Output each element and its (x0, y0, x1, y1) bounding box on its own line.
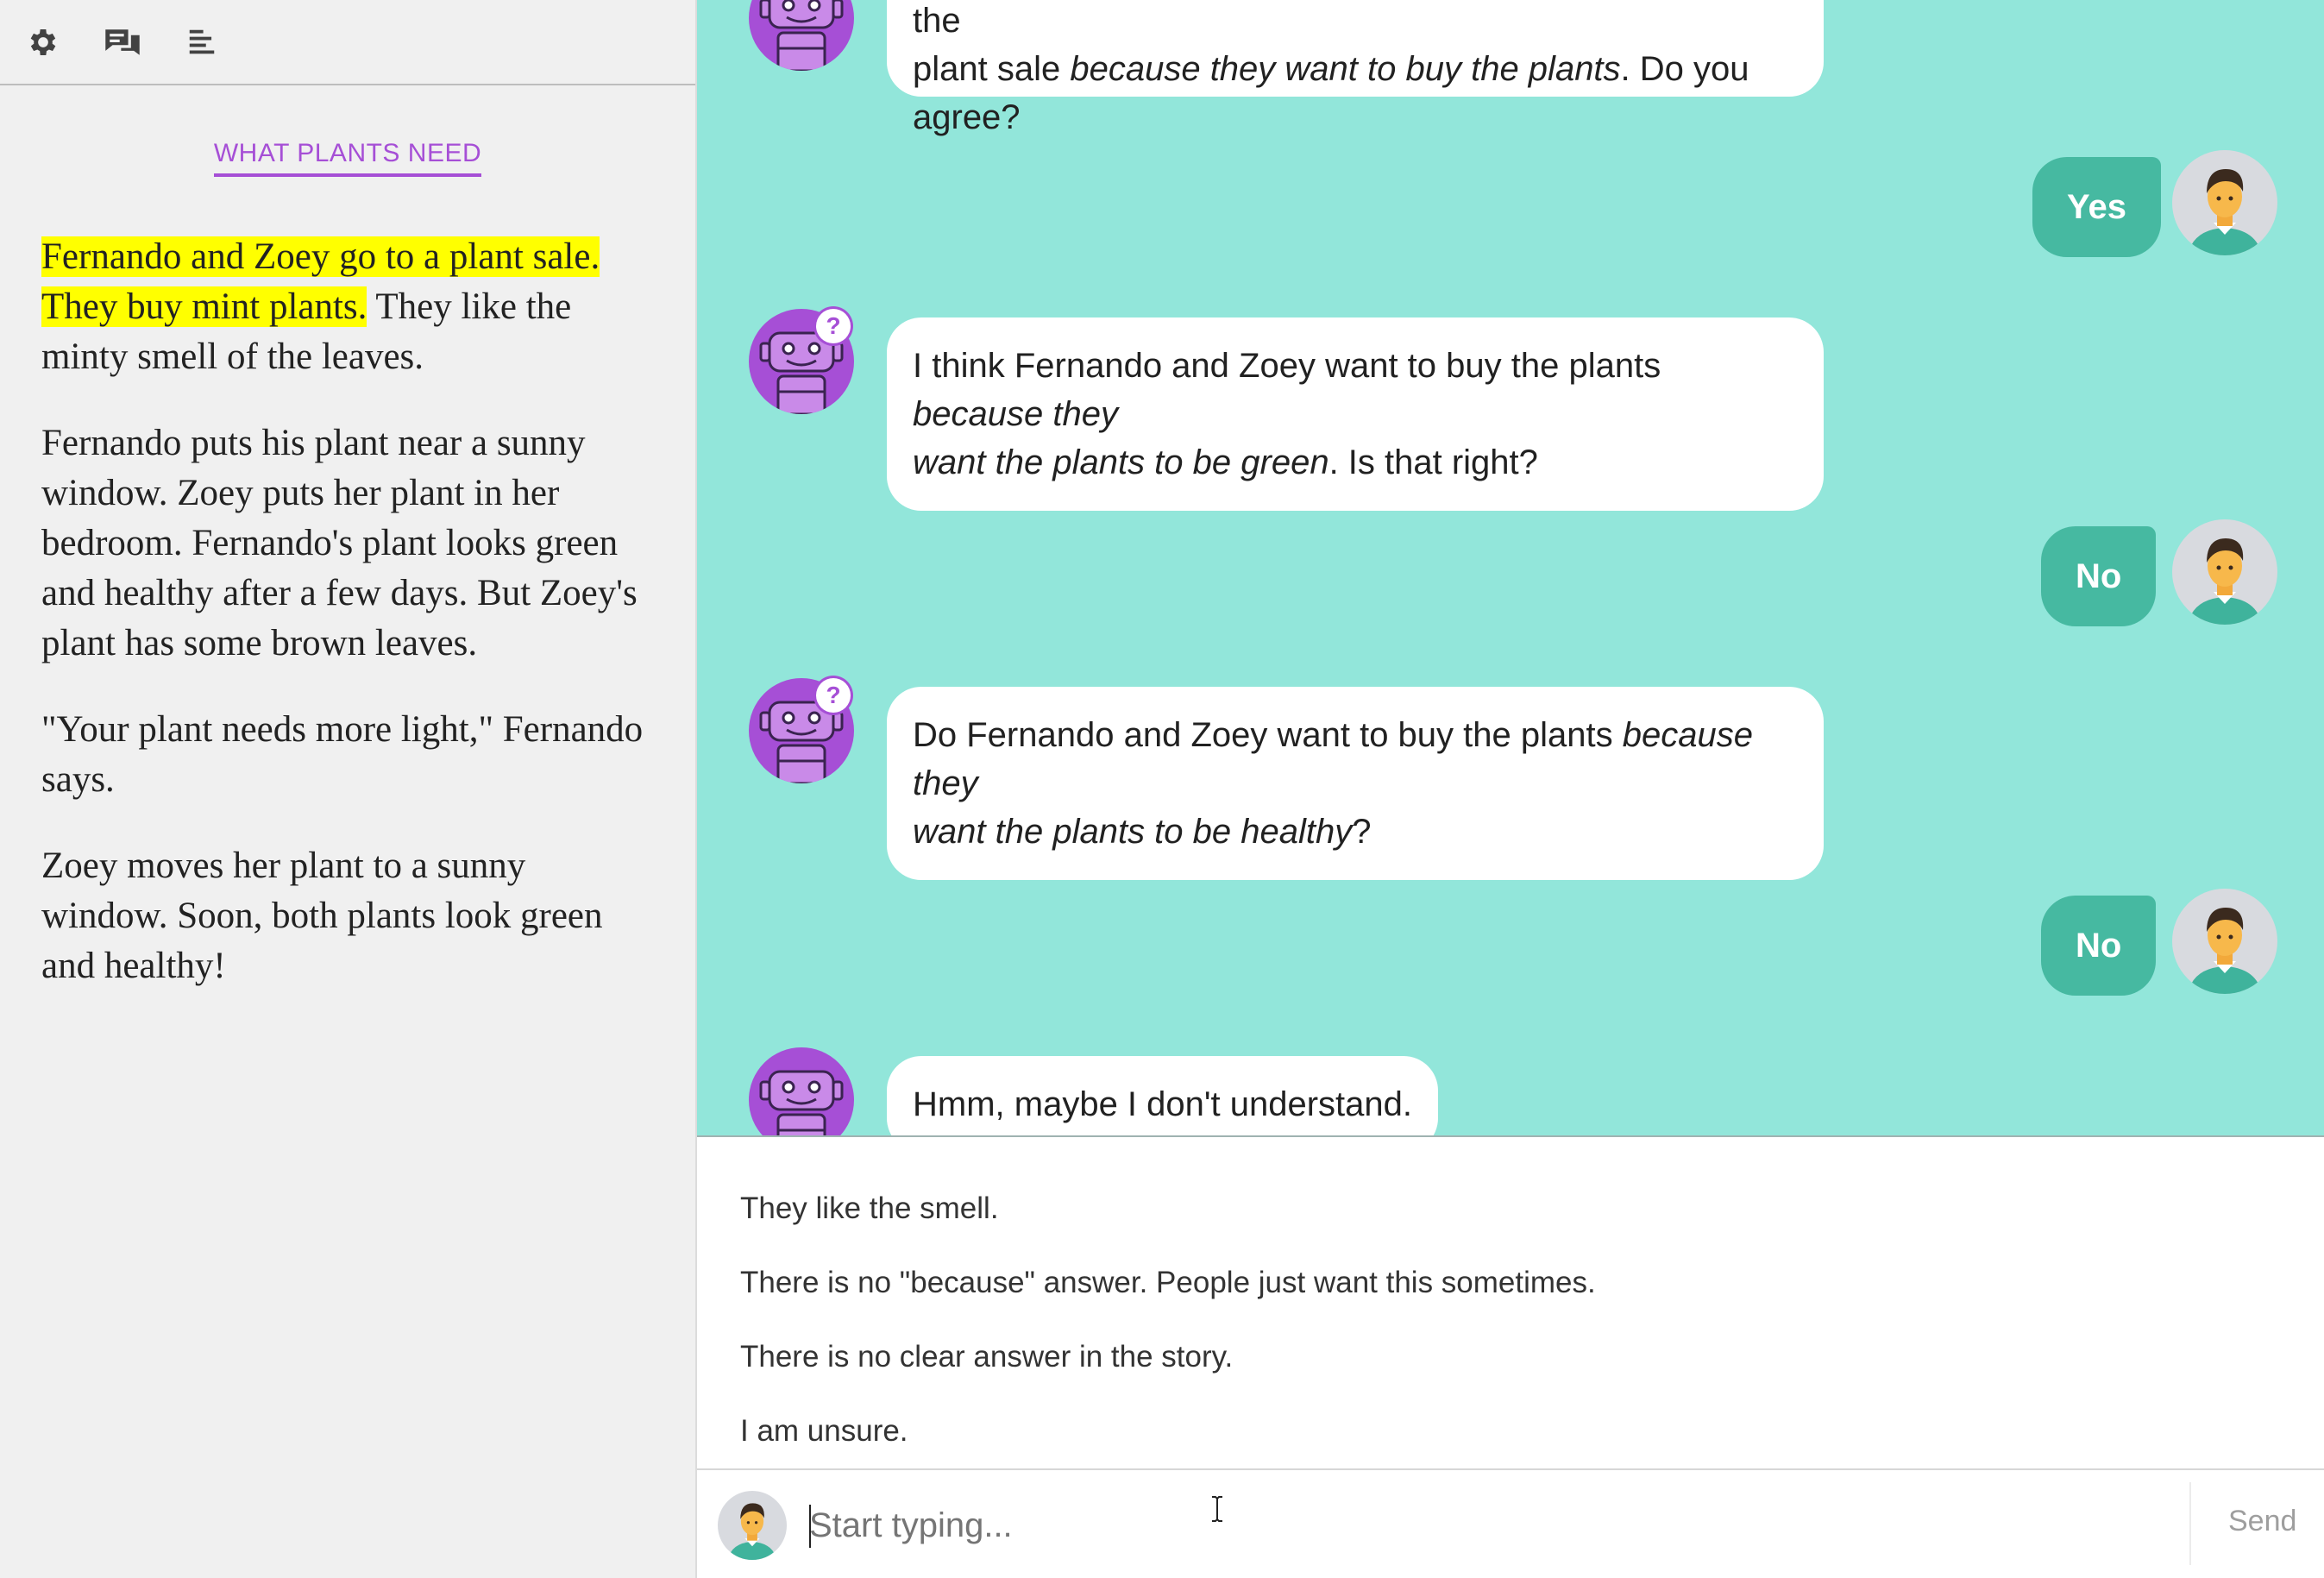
bot-message: I think Fernando and Zoey want to buy th… (887, 317, 1824, 511)
message-line: At the start of the story, I think Ferna… (913, 2, 961, 40)
story-panel: WHAT PLANTS NEED Fernando and Zoey go to… (0, 0, 697, 1578)
story-title[interactable]: WHAT PLANTS NEED (213, 139, 482, 177)
message-line: want the plants to be healthy? (913, 813, 1372, 851)
story-paragraph-4: Zoey moves her plant to a sunny window. … (41, 846, 603, 986)
message-line: Do Fernando and Zoey want to buy the pla… (913, 716, 1753, 802)
chat-mode-button[interactable] (103, 22, 142, 62)
suggested-reply[interactable]: There is no clear answer in the story. (697, 1320, 2324, 1394)
text-view-button[interactable] (182, 22, 222, 62)
user-reply: Yes (2032, 157, 2161, 257)
user-avatar (718, 1491, 787, 1560)
chat-icon (105, 28, 140, 55)
user-avatar (2172, 519, 2277, 625)
chat-transcript[interactable]: At the start of the story, I think Ferna… (697, 0, 2324, 1137)
person-icon (727, 1503, 777, 1560)
gear-icon (30, 28, 56, 55)
person-icon (2188, 908, 2262, 994)
message-line: want the plants to be green. Is that rig… (913, 443, 1538, 481)
message-input[interactable] (809, 1493, 1758, 1558)
bot-message: Do Fernando and Zoey want to buy the pla… (887, 687, 1824, 880)
robot-icon (759, 1070, 844, 1135)
message-composer: Send (697, 1470, 2324, 1578)
highlighted-sentence: Fernando and Zoey go to a plant sale. (41, 236, 600, 277)
person-icon (2188, 538, 2262, 625)
settings-button[interactable] (23, 22, 63, 62)
user-avatar (2172, 150, 2277, 255)
suggested-reply[interactable]: They like the smell. (697, 1172, 2324, 1246)
bot-avatar (749, 0, 854, 71)
user-reply: No (2041, 526, 2157, 626)
bot-message: Hmm, maybe I don't understand. (887, 1056, 1439, 1135)
suggested-reply[interactable]: There is no "because" answer. People jus… (697, 1246, 2324, 1320)
message-line: I think Fernando and Zoey want to buy th… (913, 347, 1661, 433)
person-icon (2188, 169, 2262, 255)
question-badge: ? (816, 309, 851, 343)
text-caret (809, 1505, 811, 1548)
suggested-reply[interactable]: I am unsure. (697, 1394, 2324, 1468)
robot-icon (759, 0, 844, 71)
story-text: Fernando and Zoey go to a plant sale. The… (0, 232, 695, 991)
bot-avatar (749, 1047, 854, 1135)
text-cursor-icon (1212, 1496, 1222, 1522)
send-button[interactable]: Send (2228, 1505, 2296, 1538)
user-avatar (2172, 889, 2277, 994)
story-paragraph-1: Fernando and Zoey go to a plant sale. The… (41, 232, 654, 382)
story-paragraph-3: "Your plant needs more light," Fernando … (41, 709, 644, 800)
suggested-replies: They like the smell. There is no "becaus… (697, 1137, 2324, 1470)
toolbar (0, 0, 695, 85)
text-align-icon (189, 29, 215, 53)
highlighted-sentence: They buy mint plants. (41, 286, 367, 327)
message-line: plant sale because they want to buy the … (913, 50, 1749, 136)
divider (2189, 1482, 2191, 1565)
question-badge: ? (816, 678, 851, 713)
bot-message: At the start of the story, I think Ferna… (887, 0, 1824, 136)
story-paragraph-2: Fernando puts his plant near a sunny win… (41, 423, 638, 663)
user-reply: No (2041, 896, 2157, 996)
